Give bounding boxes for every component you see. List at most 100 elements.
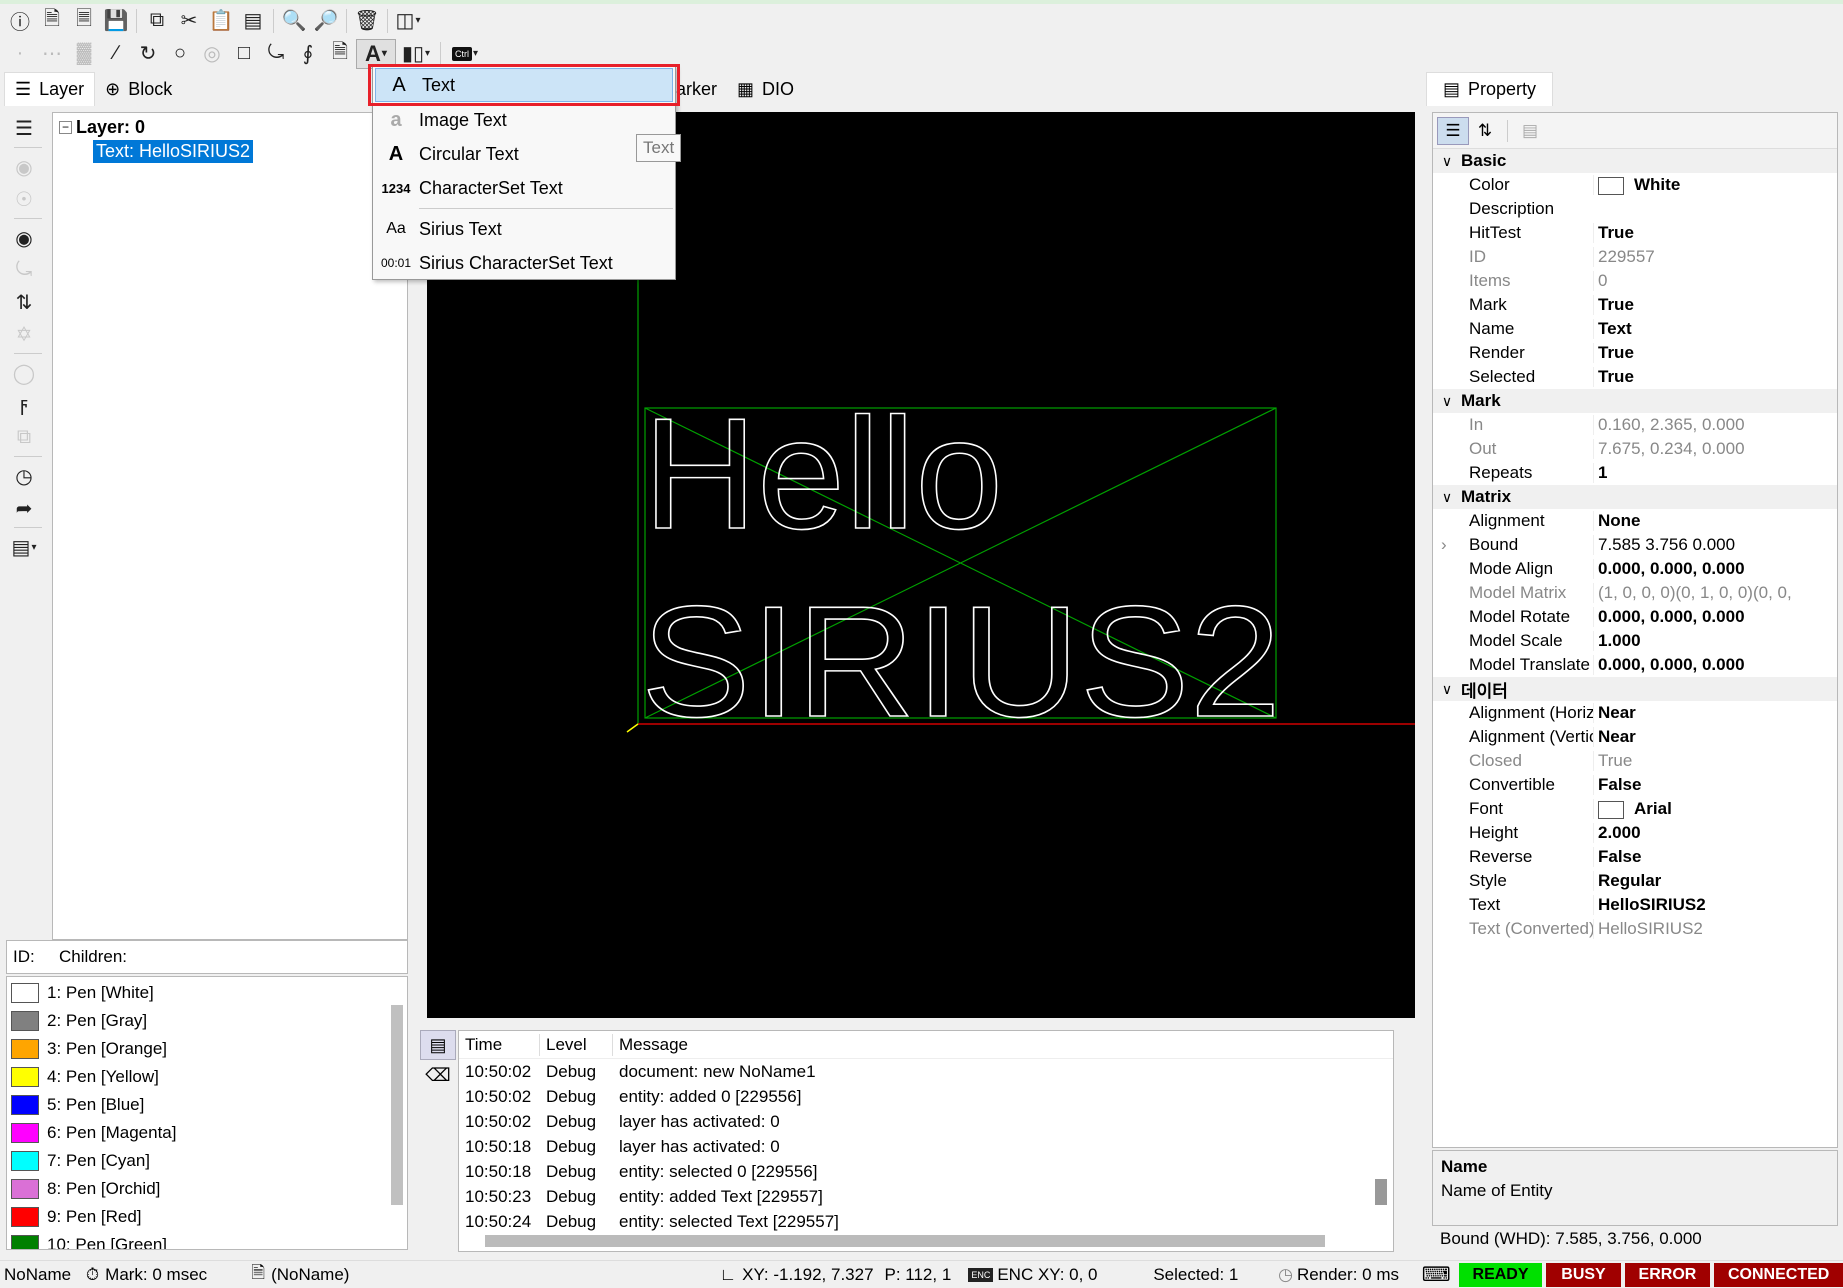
tab-dio[interactable]: ▦ DIO (727, 72, 805, 106)
property-row[interactable]: Selected True (1433, 365, 1837, 389)
property-row[interactable]: Render True (1433, 341, 1837, 365)
layers-icon[interactable]: ☰ (6, 112, 42, 144)
pen-item[interactable]: 6: Pen [Magenta] (7, 1119, 407, 1147)
tab-layer[interactable]: ☰ Layer (4, 72, 96, 106)
property-row[interactable]: Out 7.675, 0.234, 0.000 (1433, 437, 1837, 461)
property-value[interactable]: 0 (1593, 271, 1837, 291)
point-icon[interactable]: · (4, 39, 36, 69)
menu-item-sirius-characterset-text[interactable]: 00:01 Sirius CharacterSet Text (373, 246, 675, 280)
property-value[interactable]: None (1593, 511, 1837, 531)
pen-item[interactable]: 9: Pen [Red] (7, 1203, 407, 1231)
tab-marker[interactable]: arker (672, 72, 728, 106)
sort-icon[interactable]: ⇅ (6, 286, 42, 318)
property-value[interactable]: True (1593, 223, 1837, 243)
pen-item[interactable]: 10: Pen [Green] (7, 1231, 407, 1249)
category-collapse-icon[interactable]: ∨ (1433, 681, 1461, 698)
align-icon[interactable]: ◫ ▾ (392, 6, 424, 36)
pen-item[interactable]: 1: Pen [White] (7, 979, 407, 1007)
property-row[interactable]: Text HelloSIRIUS2 (1433, 893, 1837, 917)
points-icon[interactable]: ⋯ (36, 39, 68, 69)
property-row[interactable]: Height 2.000 (1433, 821, 1837, 845)
property-row[interactable]: Style Regular (1433, 869, 1837, 893)
collapse-icon[interactable]: − (59, 120, 72, 134)
property-value[interactable]: (1, 0, 0, 0)(0, 1, 0, 0)(0, 0, (1593, 583, 1837, 603)
property-row[interactable]: Model Scale 1.000 (1433, 629, 1837, 653)
log-row[interactable]: 10:50:02 Debug entity: added 0 [229556] (459, 1084, 1393, 1109)
cut-icon[interactable]: ✂ (173, 6, 205, 36)
property-value[interactable]: Near (1593, 727, 1837, 747)
property-row[interactable]: Repeats 1 (1433, 461, 1837, 485)
log-row[interactable]: 10:50:02 Debug document: new NoName1 (459, 1059, 1393, 1084)
property-row[interactable]: ID 229557 (1433, 245, 1837, 269)
property-row[interactable]: Alignment None (1433, 509, 1837, 533)
property-row[interactable]: Alignment (Horizontal) Near (1433, 701, 1837, 725)
trepan-icon[interactable]: ◎ (196, 39, 228, 69)
property-row[interactable]: Alignment (Vertical) Near (1433, 725, 1837, 749)
menu-item-text[interactable]: A Text (375, 68, 673, 102)
log-row[interactable]: 10:50:23 Debug entity: added Text [229557] (459, 1184, 1393, 1209)
property-value[interactable]: True (1593, 295, 1837, 315)
categorized-icon[interactable]: ☰ (1437, 116, 1469, 145)
property-value[interactable]: 1.000 (1593, 631, 1837, 651)
property-value[interactable]: 7.585 3.756 0.000 (1593, 535, 1837, 555)
menu-item-image-text[interactable]: a Image Text (373, 103, 675, 137)
alphabetical-icon[interactable]: ⇅ (1469, 117, 1501, 145)
property-row[interactable]: Reverse False (1433, 845, 1837, 869)
save-icon[interactable]: 💾 (100, 6, 132, 36)
property-value[interactable]: Text (1593, 319, 1837, 339)
property-value[interactable]: 0.000, 0.000, 0.000 (1593, 655, 1837, 675)
path-icon[interactable]: ⤿ (6, 254, 42, 286)
property-row[interactable]: Text (Converted) HelloSIRIUS2 (1433, 917, 1837, 941)
property-value[interactable]: Arial (1593, 799, 1837, 819)
3d-icon[interactable]: ☉ (6, 183, 42, 215)
tab-block[interactable]: ⊕ Block (95, 72, 183, 106)
log-row[interactable]: 10:50:18 Debug entity: selected 0 [229556] (459, 1159, 1393, 1184)
property-category[interactable]: ∨ Matrix (1433, 485, 1837, 509)
new-document-icon[interactable]: 🗎 (36, 6, 68, 36)
log-row[interactable]: 10:50:24 Debug entity: selected Text [2295… (459, 1209, 1393, 1234)
property-value[interactable]: White (1593, 175, 1837, 195)
property-row[interactable]: Description (1433, 197, 1837, 221)
text-tool-icon[interactable]: A ▾ (356, 38, 396, 69)
paste-icon[interactable]: 📋 (205, 6, 237, 36)
property-row[interactable]: Mark True (1433, 293, 1837, 317)
property-value[interactable]: 0.160, 2.365, 0.000 (1593, 415, 1837, 435)
arc-icon[interactable]: ↻ (132, 39, 164, 69)
property-value[interactable]: HelloSIRIUS2 (1593, 895, 1837, 915)
spiral-icon[interactable]: ∮ (292, 39, 324, 69)
paste-array-icon[interactable]: ▤ (237, 6, 269, 36)
property-row[interactable]: Items 0 (1433, 269, 1837, 293)
raster-icon[interactable]: ▓ (68, 39, 100, 69)
property-value[interactable]: True (1593, 343, 1837, 363)
clock-icon[interactable]: ◷ (6, 460, 42, 492)
property-value[interactable]: 1 (1593, 463, 1837, 483)
tab-property[interactable]: ▤ Property (1426, 72, 1554, 106)
property-row[interactable]: Model Matrix (1, 0, 0, 0)(0, 1, 0, 0)(0, … (1433, 581, 1837, 605)
delete-icon[interactable]: 🗑 (351, 6, 383, 36)
property-value[interactable]: 0.000, 0.000, 0.000 (1593, 559, 1837, 579)
fill-icon[interactable]: ◉ (6, 222, 42, 254)
property-value[interactable]: 7.675, 0.234, 0.000 (1593, 439, 1837, 459)
pen-item[interactable]: 7: Pen [Cyan] (7, 1147, 407, 1175)
tree-entity-node[interactable]: Text: HelloSIRIUS2 (53, 139, 407, 163)
property-row[interactable]: Model Rotate 0.000, 0.000, 0.000 (1433, 605, 1837, 629)
menu-item-circular-text[interactable]: A Circular Text (373, 137, 675, 171)
zoom-out-icon[interactable]: 🔎 (310, 6, 342, 36)
pen-item[interactable]: 5: Pen [Blue] (7, 1091, 407, 1119)
property-category[interactable]: ∨ 데이터 (1433, 677, 1837, 701)
menu-item-characterset-text[interactable]: 1234 CharacterSet Text (373, 171, 675, 205)
property-value[interactable]: HelloSIRIUS2 (1593, 919, 1837, 939)
script-icon[interactable]: ▤ ▾ (6, 531, 42, 563)
property-row[interactable]: Convertible False (1433, 773, 1837, 797)
eraser-icon[interactable]: ◉ (6, 151, 42, 183)
property-pages-icon[interactable]: ▤ (1514, 117, 1546, 145)
log-row[interactable]: 10:50:02 Debug layer has activated: 0 (459, 1109, 1393, 1134)
control-icon[interactable]: Ctrl ▾ (445, 39, 485, 69)
property-category[interactable]: ∨ Mark (1433, 389, 1837, 413)
pen-item[interactable]: 2: Pen [Gray] (7, 1007, 407, 1035)
log-clear-icon[interactable]: ⌫ (420, 1060, 456, 1090)
property-value[interactable]: False (1593, 775, 1837, 795)
copy-icon[interactable]: ⧉ (141, 6, 173, 36)
info-icon[interactable]: ⓘ (4, 6, 36, 36)
category-collapse-icon[interactable]: ∨ (1433, 153, 1461, 170)
